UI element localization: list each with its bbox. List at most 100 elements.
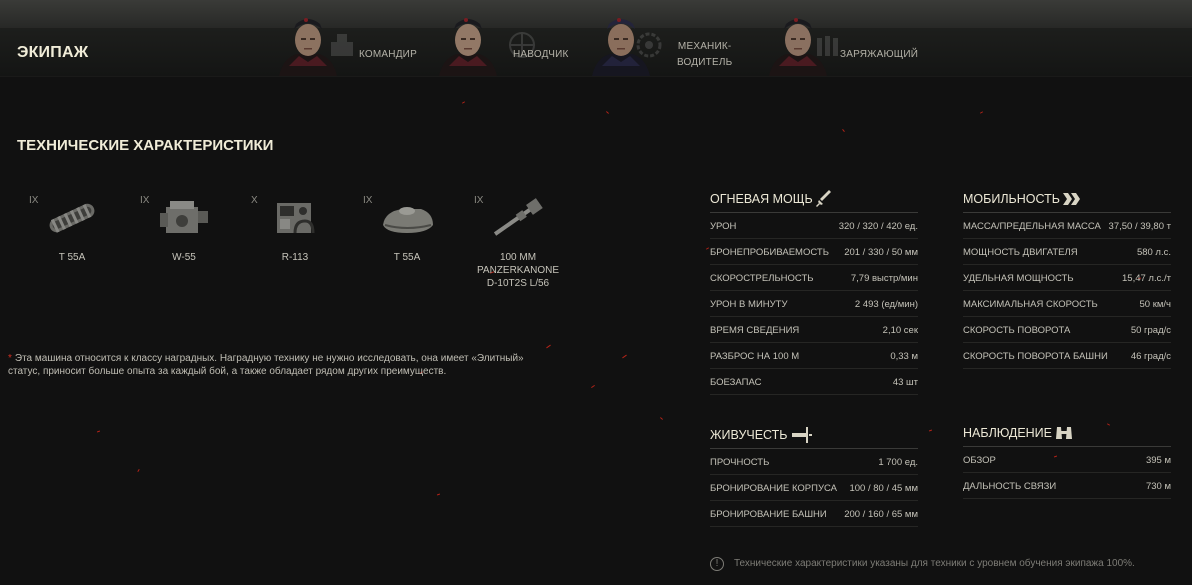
crew-role-gunner: НАВОДЧИК (513, 49, 569, 60)
firepower-group: ОГНЕВАЯ МОЩЬ УРОН 320 / 320 / 420 ед. БРО… (710, 186, 918, 395)
stat-name: МОЩНОСТЬ ДВИГАТЕЛЯ (963, 247, 1078, 258)
stat-row: ВРЕМЯ СВЕДЕНИЯ 2,10 сек (710, 317, 918, 343)
stat-value: 100 / 80 / 45 мм (849, 483, 918, 494)
stat-row: МАКСИМАЛЬНАЯ СКОРОСТЬ 50 км/ч (963, 291, 1171, 317)
stat-name: УДЕЛЬНАЯ МОЩНОСТЬ (963, 273, 1074, 284)
module-name-line1: 100 MM (499, 252, 537, 263)
stat-name: МАССА/ПРЕДЕЛЬНАЯ МАССА (963, 221, 1101, 232)
stat-value: 50 км/ч (1139, 299, 1171, 310)
stat-name: СКОРОСТЬ ПОВОРОТА БАШНИ (963, 351, 1108, 362)
module-tier: IX (363, 195, 373, 206)
stat-row: УДЕЛЬНАЯ МОЩНОСТЬ 15,47 л.с./т (963, 265, 1171, 291)
module-tracks[interactable]: IX T 55A (27, 193, 117, 264)
stat-name: БРОНЕПРОБИВАЕМОСТЬ (710, 247, 829, 258)
stat-row: БРОНИРОВАНИЕ КОРПУСА 100 / 80 / 45 мм (710, 475, 918, 501)
stat-value: 50 град/с (1130, 325, 1171, 336)
module-name-line3: D-10T2S L/56 (486, 278, 550, 289)
stat-name: МАКСИМАЛЬНАЯ СКОРОСТЬ (963, 299, 1098, 310)
module-name: W-55 (172, 252, 196, 263)
stat-row: СКОРОСТЬ ПОВОРОТА 50 град/с (963, 317, 1171, 343)
info-icon: ! (710, 557, 724, 571)
stat-value: 43 шт (892, 377, 918, 388)
radio-icon (277, 203, 315, 234)
stat-value: 395 м (1145, 455, 1171, 466)
stat-row: МАССА/ПРЕДЕЛЬНАЯ МАССА 37,50 / 39,80 т (963, 213, 1171, 239)
module-tier: IX (29, 195, 39, 206)
stat-row: УРОН 320 / 320 / 420 ед. (710, 213, 918, 239)
spotting-title: НАБЛЮДЕНИЕ (963, 426, 1053, 440)
spotting-header: НАБЛЮДЕНИЕ (963, 420, 1171, 447)
stat-name: ОБЗОР (963, 455, 996, 466)
stat-name: ВРЕМЯ СВЕДЕНИЯ (710, 325, 800, 336)
mobility-group: МОБИЛЬНОСТЬ МАССА/ПРЕДЕЛЬНАЯ МАССА 37,50 … (963, 186, 1171, 369)
sword-icon (816, 190, 831, 207)
crew-title: ЭКИПАЖ (17, 44, 89, 61)
module-name: R-113 (281, 252, 309, 263)
module-tier: X (251, 195, 258, 206)
note-text: Эта машина относится к классу наградных.… (8, 353, 524, 377)
crew-role-driver-line2: ВОДИТЕЛЬ (677, 57, 733, 68)
stat-name: СКОРОСТЬ ПОВОРОТА (963, 325, 1071, 336)
crew-role-driver-line1: МЕХАНИК- (677, 41, 732, 52)
module-tier: IX (140, 195, 150, 206)
module-name-line2: PANZERKANONE (476, 265, 560, 276)
firepower-title: ОГНЕВАЯ МОЩЬ (710, 192, 813, 206)
module-name: T 55A (393, 252, 421, 263)
stat-row: РАЗБРОС НА 100 М 0,33 м (710, 343, 918, 369)
engine-icon (160, 201, 208, 233)
stat-value: 200 / 160 / 65 мм (844, 509, 918, 520)
spotting-group: НАБЛЮДЕНИЕ ОБЗОР 395 м ДАЛЬНОСТЬ СВЯЗИ 730… (963, 420, 1171, 499)
module-engine[interactable]: IX W-55 (139, 193, 229, 264)
stat-name: БОЕЗАПАС (710, 377, 762, 388)
module-name: 100 MM PANZERKANONE D-10T2S L/56 (473, 251, 563, 290)
stat-name: БРОНИРОВАНИЕ КОРПУСА (710, 483, 837, 494)
stat-row: БРОНЕПРОБИВАЕМОСТЬ 201 / 330 / 50 мм (710, 239, 918, 265)
stat-value: 580 л.с. (1136, 247, 1171, 258)
mobility-title: МОБИЛЬНОСТЬ (963, 192, 1060, 206)
specs-title: ТЕХНИЧЕСКИЕ ХАРАКТЕРИСТИКИ (17, 137, 274, 154)
stat-value: 201 / 330 / 50 мм (844, 247, 918, 258)
module-tier: IX (474, 195, 484, 206)
crew-member-driver[interactable]: МЕХАНИК- ВОДИТЕЛЬ (588, 0, 738, 76)
stat-name: УРОН (710, 221, 737, 232)
loader-icon (817, 36, 838, 56)
survivability-group: ЖИВУЧЕСТЬ ПРОЧНОСТЬ 1 700 ед. БРОНИРОВАНИ… (710, 422, 918, 527)
stat-name: ДАЛЬНОСТЬ СВЯЗИ (963, 481, 1057, 492)
mobility-header: МОБИЛЬНОСТЬ (963, 186, 1171, 213)
crew-role-loader: ЗАРЯЖАЮЩИЙ (840, 49, 919, 60)
stat-value: 320 / 320 / 420 ед. (838, 221, 918, 232)
module-name: T 55A (58, 252, 86, 263)
stat-value: 15,47 л.с./т (1122, 273, 1171, 284)
driver-icon (636, 32, 662, 58)
module-gun[interactable]: IX 100 MM PANZERKANONE D-10T2S L/56 (473, 193, 563, 290)
crew-member-loader[interactable]: ЗАРЯЖАЮЩИЙ (765, 0, 925, 76)
stat-row: БРОНИРОВАНИЕ БАШНИ 200 / 160 / 65 мм (710, 501, 918, 527)
stat-value: 37,50 / 39,80 т (1108, 221, 1171, 232)
module-turret[interactable]: IX T 55A (362, 193, 452, 264)
stat-name: СКОРОСТРЕЛЬНОСТЬ (710, 273, 814, 284)
stat-row: БОЕЗАПАС 43 шт (710, 369, 918, 395)
survivability-title: ЖИВУЧЕСТЬ (710, 428, 788, 442)
stat-row: УРОН В МИНУТУ 2 493 (ед/мин) (710, 291, 918, 317)
stat-row: МОЩНОСТЬ ДВИГАТЕЛЯ 580 л.с. (963, 239, 1171, 265)
gunner-portrait (439, 18, 497, 76)
stat-value: 2 493 (ед/мин) (854, 299, 918, 310)
commander-icon (331, 34, 353, 56)
module-radio[interactable]: X R-113 (250, 193, 340, 264)
stat-row: СКОРОСТЬ ПОВОРОТА БАШНИ 46 град/с (963, 343, 1171, 369)
firepower-header: ОГНЕВАЯ МОЩЬ (710, 186, 918, 213)
survivability-icon (792, 427, 812, 443)
crew-role-commander: КОМАНДИР (359, 49, 417, 60)
stat-value: 46 град/с (1130, 351, 1171, 362)
stat-row: ДАЛЬНОСТЬ СВЯЗИ 730 м (963, 473, 1171, 499)
survivability-header: ЖИВУЧЕСТЬ (710, 422, 918, 449)
crew-member-gunner[interactable]: НАВОДЧИК (435, 0, 575, 76)
stat-row: СКОРОСТРЕЛЬНОСТЬ 7,79 выстр/мин (710, 265, 918, 291)
tracks-icon (49, 203, 95, 233)
crew-role-driver: МЕХАНИК- ВОДИТЕЛЬ (677, 39, 732, 71)
double-chevron-icon (1063, 193, 1080, 205)
gun-icon (493, 198, 543, 236)
stat-name: УРОН В МИНУТУ (710, 299, 788, 310)
crew-member-commander[interactable]: КОМАНДИР (275, 0, 425, 76)
note-asterisk: * (8, 353, 12, 364)
